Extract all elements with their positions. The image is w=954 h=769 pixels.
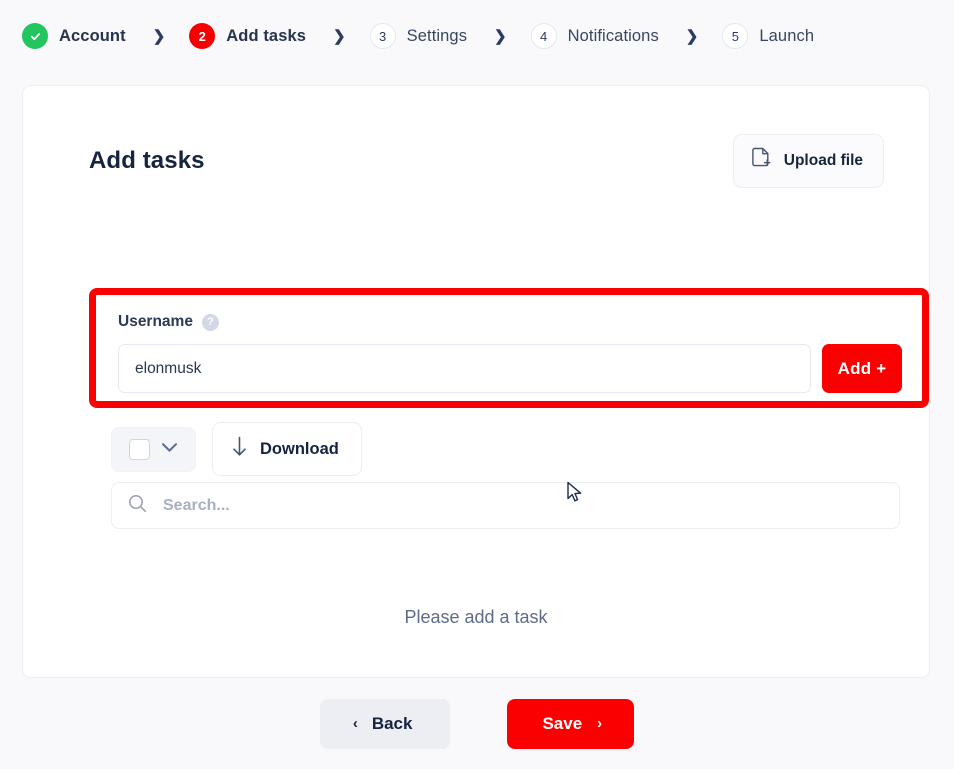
download-button[interactable]: Download — [212, 422, 362, 476]
chevron-down-icon — [161, 440, 178, 458]
upload-file-button[interactable]: Upload file — [733, 134, 884, 188]
stepper-label-launch: Launch — [759, 27, 814, 46]
chevron-right-icon: › — [597, 716, 602, 731]
save-label: Save — [542, 714, 582, 734]
stepper-item-settings[interactable]: 3 Settings — [370, 23, 467, 49]
step-3-number: 3 — [370, 23, 396, 49]
stepper-separator-1: ❯ — [153, 29, 166, 44]
stepper-separator-3: ❯ — [494, 29, 507, 44]
card-header: Add tasks Upload file — [23, 86, 929, 188]
username-input[interactable] — [118, 344, 811, 393]
stepper-item-account[interactable]: Account — [22, 23, 126, 49]
search-input[interactable] — [161, 496, 883, 516]
stepper-label-notifications: Notifications — [568, 27, 659, 46]
wizard-footer: ‹ Back Save › — [0, 678, 954, 769]
search-bar[interactable] — [111, 482, 900, 529]
stepper-separator-2: ❯ — [333, 29, 346, 44]
progress-stepper: Account ❯ 2 Add tasks ❯ 3 Settings ❯ 4 N… — [0, 0, 954, 72]
help-icon[interactable]: ? — [202, 314, 219, 331]
empty-state-message: Please add a task — [23, 607, 929, 628]
step-2-number: 2 — [189, 23, 215, 49]
save-button[interactable]: Save › — [507, 699, 634, 749]
download-label: Download — [260, 440, 339, 459]
step-5-number: 5 — [722, 23, 748, 49]
chevron-left-icon: ‹ — [353, 716, 358, 731]
stepper-label-add-tasks: Add tasks — [226, 27, 306, 46]
username-highlight-box: Username ? Add + — [89, 288, 929, 408]
back-button[interactable]: ‹ Back — [320, 699, 451, 749]
download-arrow-icon — [232, 436, 247, 462]
stepper-label-account: Account — [59, 27, 126, 46]
select-all-dropdown[interactable] — [111, 427, 196, 472]
stepper-item-launch[interactable]: 5 Launch — [722, 23, 814, 49]
step-4-number: 4 — [531, 23, 557, 49]
file-plus-icon — [751, 147, 772, 175]
stepper-item-notifications[interactable]: 4 Notifications — [531, 23, 659, 49]
back-label: Back — [372, 714, 413, 734]
stepper-item-add-tasks[interactable]: 2 Add tasks — [189, 23, 306, 49]
page-title: Add tasks — [89, 147, 205, 175]
step-1-check-icon — [22, 23, 48, 49]
add-tasks-card: Add tasks Upload file Username ? Add + — [22, 85, 930, 678]
stepper-separator-4: ❯ — [686, 29, 699, 44]
username-input-row: Add + — [118, 344, 902, 393]
list-toolbar: Download — [111, 422, 362, 476]
username-label: Username — [118, 313, 193, 331]
search-icon — [128, 494, 147, 518]
add-button[interactable]: Add + — [822, 344, 902, 393]
empty-state-illustration — [23, 671, 930, 678]
upload-file-label: Upload file — [784, 152, 863, 170]
stepper-label-settings: Settings — [407, 27, 467, 46]
username-label-row: Username ? — [118, 313, 902, 331]
select-all-checkbox[interactable] — [129, 439, 150, 460]
